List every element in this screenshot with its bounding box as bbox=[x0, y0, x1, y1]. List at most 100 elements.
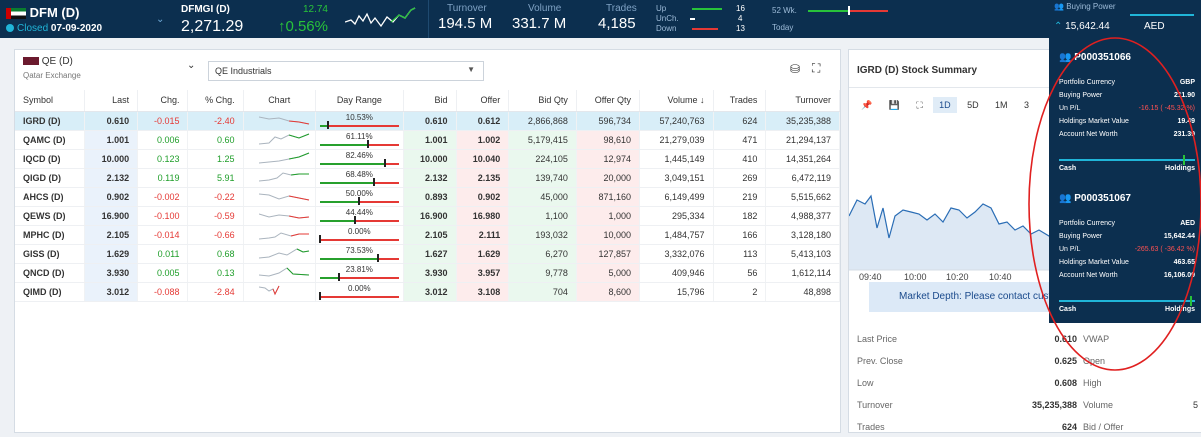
offer-cell[interactable]: 1.629 bbox=[456, 244, 510, 264]
symbol-cell[interactable]: QNCD (D) bbox=[15, 263, 86, 283]
pin-icon[interactable]: 📌 bbox=[855, 97, 878, 114]
column-header[interactable]: % Chg. bbox=[187, 90, 244, 112]
buying-power-label: Buying Power bbox=[1066, 2, 1116, 11]
stat-label-right: High bbox=[1083, 378, 1102, 388]
exchange-selector[interactable]: QE (D) bbox=[23, 56, 73, 67]
bid-qty-cell: 6,270 bbox=[508, 244, 577, 264]
column-header[interactable]: Chart bbox=[243, 90, 316, 112]
symbol-cell[interactable]: QIMD (D) bbox=[15, 282, 86, 302]
symbol-cell[interactable]: MPHC (D) bbox=[15, 225, 86, 245]
upl-label: Un P/L bbox=[1059, 246, 1081, 253]
table-row[interactable]: MPHC (D) 2.105 -0.014 -0.66 0.00% 2.105 2.111 1… bbox=[15, 225, 840, 245]
table-row[interactable]: QEWS (D) 16.900 -0.100 -0.59 44.44% 16.900 16.… bbox=[15, 206, 840, 226]
column-header[interactable]: Last bbox=[84, 90, 139, 112]
export-icon[interactable]: ⛁ bbox=[790, 62, 800, 76]
bid-qty-cell: 9,778 bbox=[508, 263, 577, 283]
table-row[interactable]: AHCS (D) 0.902 -0.002 -0.22 50.00% 0.893 0.902… bbox=[15, 187, 840, 207]
bid-cell[interactable]: 0.610 bbox=[403, 111, 457, 131]
chart-save-icon[interactable]: 💾 bbox=[883, 97, 906, 114]
offer-cell[interactable]: 2.135 bbox=[456, 168, 510, 188]
period-5d[interactable]: 5D bbox=[961, 97, 985, 113]
offer-qty-cell: 12,974 bbox=[576, 149, 641, 169]
bid-cell[interactable]: 3.930 bbox=[403, 263, 457, 283]
down-bar bbox=[692, 28, 718, 30]
portfolio-card[interactable]: 👥 P000351066 Portfolio Currency GBP Buyin… bbox=[1049, 38, 1201, 179]
table-row[interactable]: GISS (D) 1.629 0.011 0.68 73.53% 1.627 1.629 6,… bbox=[15, 244, 840, 264]
offer-cell[interactable]: 1.002 bbox=[456, 130, 510, 150]
sparkline-cell bbox=[243, 130, 316, 150]
table-row[interactable]: QAMC (D) 1.001 0.006 0.60 61.11% 1.001 1.002 5,… bbox=[15, 130, 840, 150]
portfolio-card[interactable]: 👥 P000351067 Portfolio Currency AED Buyin… bbox=[1049, 179, 1201, 320]
chart-expand-icon[interactable]: ⛶ bbox=[910, 97, 928, 114]
last-cell: 2.105 bbox=[84, 225, 139, 245]
market-selector[interactable]: DFM (D) Closed 07-09-2020 ⌄ bbox=[6, 0, 166, 38]
offer-qty-cell: 98,610 bbox=[576, 130, 641, 150]
period-1d[interactable]: 1D bbox=[933, 97, 957, 113]
table-row[interactable]: IQCD (D) 10.000 0.123 1.25 82.46% 10.000 10.04… bbox=[15, 149, 840, 169]
unch-label: UnCh. bbox=[656, 14, 679, 23]
bid-cell[interactable]: 10.000 bbox=[403, 149, 457, 169]
volume-cell: 57,240,763 bbox=[639, 111, 714, 131]
bid-cell[interactable]: 3.012 bbox=[403, 282, 457, 302]
column-header[interactable]: Offer Qty bbox=[576, 90, 641, 112]
up-count: 16 bbox=[736, 4, 745, 13]
anw-value: 16,106.09 bbox=[1163, 272, 1195, 279]
stat-label-right: Volume bbox=[1083, 400, 1114, 410]
column-header[interactable]: Offer bbox=[456, 90, 510, 112]
holdings-label: Holdings bbox=[1165, 306, 1195, 313]
column-header[interactable]: Trades bbox=[713, 90, 767, 112]
chevron-up-icon[interactable]: ⌃ bbox=[1054, 21, 1062, 32]
chevron-down-icon[interactable]: ⌄ bbox=[156, 14, 164, 25]
expand-icon[interactable]: ⛶ bbox=[812, 61, 820, 76]
top-bar: DFM (D) Closed 07-09-2020 ⌄ DFMGI (D) 2,… bbox=[0, 0, 1201, 38]
turnover-value: 194.5 M bbox=[438, 15, 493, 32]
symbol-cell[interactable]: AHCS (D) bbox=[15, 187, 86, 207]
bid-cell[interactable]: 1.627 bbox=[403, 244, 457, 264]
offer-qty-cell: 10,000 bbox=[576, 225, 641, 245]
offer-cell[interactable]: 16.980 bbox=[456, 206, 510, 226]
pct-change-cell: -0.66 bbox=[187, 225, 244, 245]
bid-cell[interactable]: 16.900 bbox=[403, 206, 457, 226]
pct-change-cell: 0.13 bbox=[187, 263, 244, 283]
offer-cell[interactable]: 3.957 bbox=[456, 263, 510, 283]
offer-cell[interactable]: 10.040 bbox=[456, 149, 510, 169]
day-range-cell: 0.00% bbox=[315, 225, 404, 245]
offer-cell[interactable]: 2.111 bbox=[456, 225, 510, 245]
table-row[interactable]: QIMD (D) 3.012 -0.088 -2.84 0.00% 3.012 3.108 7… bbox=[15, 282, 840, 302]
hmv-label: Holdings Market Value bbox=[1059, 259, 1129, 266]
volume-value: 331.7 M bbox=[512, 15, 567, 32]
column-header[interactable]: Bid Qty bbox=[508, 90, 577, 112]
offer-cell[interactable]: 0.612 bbox=[456, 111, 510, 131]
symbol-cell[interactable]: QEWS (D) bbox=[15, 206, 86, 226]
day-range-cell: 61.11% bbox=[315, 130, 404, 150]
symbol-cell[interactable]: QIGD (D) bbox=[15, 168, 86, 188]
column-header[interactable]: Chg. bbox=[137, 90, 189, 112]
day-range-cell: 50.00% bbox=[315, 187, 404, 207]
column-header[interactable]: Bid bbox=[403, 90, 457, 112]
offer-cell[interactable]: 3.108 bbox=[456, 282, 510, 302]
table-row[interactable]: IGRD (D) 0.610 -0.015 -2.40 10.53% 0.610 0.612… bbox=[15, 111, 840, 131]
sector-select[interactable]: QE Industrials ▼ bbox=[208, 61, 484, 81]
exchange-chevron-icon[interactable]: ⌄ bbox=[187, 60, 195, 71]
column-header[interactable]: Day Range bbox=[315, 90, 404, 112]
table-row[interactable]: QNCD (D) 3.930 0.005 0.13 23.81% 3.930 3.957 9,… bbox=[15, 263, 840, 283]
table-row[interactable]: QIGD (D) 2.132 0.119 5.91 68.48% 2.132 2.135 13… bbox=[15, 168, 840, 188]
market-date: 07-09-2020 bbox=[50, 23, 103, 34]
column-header[interactable]: Symbol bbox=[15, 90, 86, 112]
symbol-cell[interactable]: IGRD (D) bbox=[15, 111, 86, 131]
symbol-cell[interactable]: IQCD (D) bbox=[15, 149, 86, 169]
bid-cell[interactable]: 2.132 bbox=[403, 168, 457, 188]
symbol-cell[interactable]: QAMC (D) bbox=[15, 130, 86, 150]
column-header[interactable]: Volume ↓ bbox=[639, 90, 714, 112]
turnover-cell: 48,898 bbox=[765, 282, 840, 302]
sparkline-cell bbox=[243, 168, 316, 188]
symbol-cell[interactable]: GISS (D) bbox=[15, 244, 86, 264]
bid-cell[interactable]: 2.105 bbox=[403, 225, 457, 245]
column-header[interactable]: Turnover bbox=[765, 90, 840, 112]
period-1m[interactable]: 1M bbox=[989, 97, 1014, 113]
bid-cell[interactable]: 1.001 bbox=[403, 130, 457, 150]
offer-cell[interactable]: 0.902 bbox=[456, 187, 510, 207]
period-3[interactable]: 3 bbox=[1018, 97, 1035, 113]
bid-cell[interactable]: 0.893 bbox=[403, 187, 457, 207]
pct-change-cell: -2.84 bbox=[187, 282, 244, 302]
